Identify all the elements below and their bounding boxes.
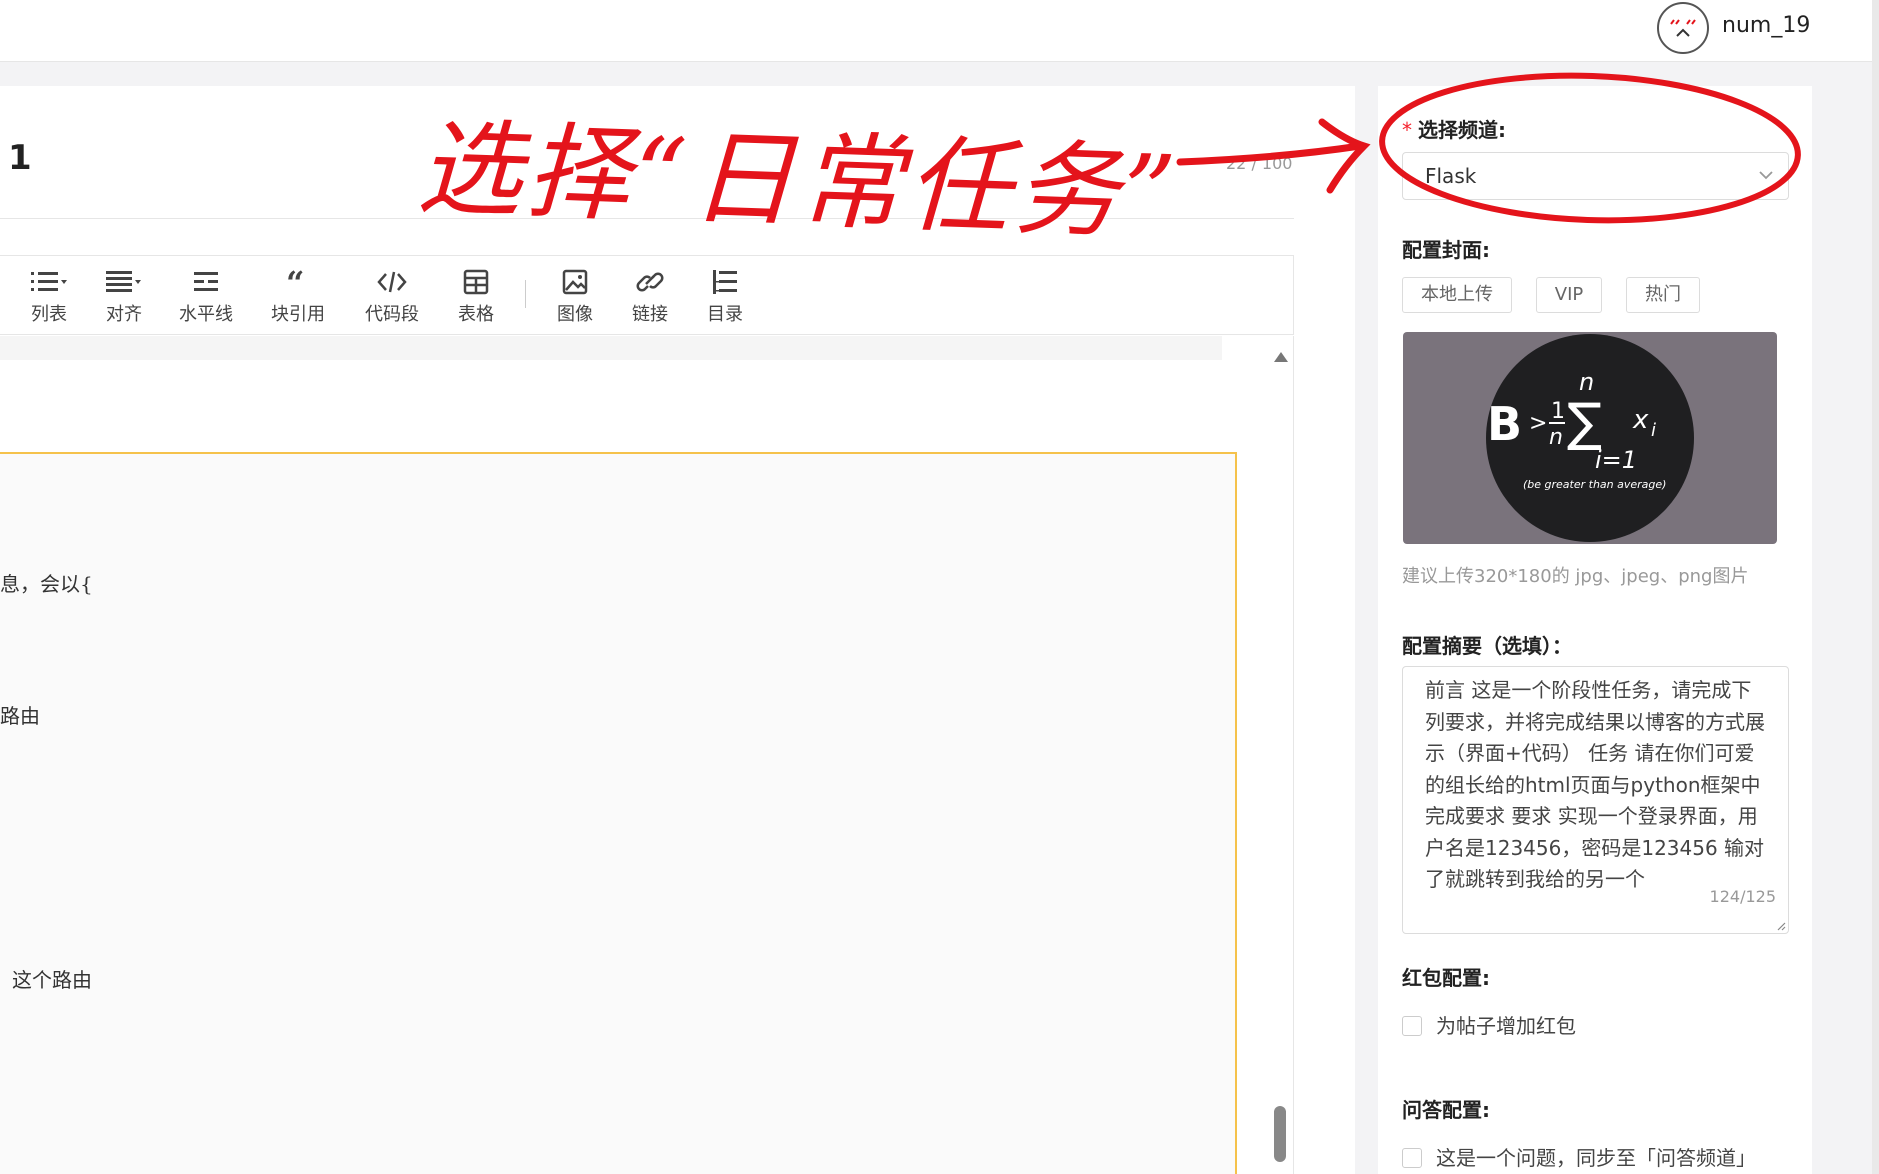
toolbar-quote-button[interactable]: “ 块引用 bbox=[258, 256, 338, 336]
formula-i: i bbox=[1651, 420, 1656, 441]
toolbar-label: 链接 bbox=[632, 304, 668, 325]
formula-n-top: n bbox=[1579, 368, 1594, 396]
avatar[interactable] bbox=[1657, 2, 1709, 54]
formula-gt: > bbox=[1529, 411, 1547, 436]
toolbar-table-button[interactable]: 表格 bbox=[436, 256, 516, 336]
table-icon bbox=[463, 269, 489, 295]
qa-option-label: 这是一个问题，同步至「问答频道」 bbox=[1436, 1146, 1756, 1170]
toolbar-link-button[interactable]: 链接 bbox=[610, 256, 690, 336]
toolbar-image-button[interactable]: 图像 bbox=[535, 256, 615, 336]
link-icon bbox=[636, 272, 664, 292]
quote-icon: “ bbox=[286, 268, 304, 296]
toolbar-label: 图像 bbox=[557, 304, 593, 325]
content-line: 路由 bbox=[0, 704, 40, 728]
toolbar-hr-button[interactable]: 水平线 bbox=[166, 256, 246, 336]
top-bar: num_19 bbox=[0, 0, 1876, 62]
toolbar-align-button[interactable]: 对齐 bbox=[84, 256, 164, 336]
redpacket-option[interactable]: 为帖子增加红包 bbox=[1402, 1010, 1576, 1039]
horizontal-rule-icon bbox=[194, 272, 218, 291]
article-title[interactable]: 1 bbox=[8, 138, 32, 178]
title-char-counter: 22 / 100 bbox=[1226, 154, 1293, 173]
page-scrollbar[interactable] bbox=[1872, 0, 1879, 1174]
formula-frac-den: n bbox=[1549, 425, 1563, 450]
toolbar-label: 对齐 bbox=[106, 304, 142, 325]
formula-sum: ∑ bbox=[1567, 393, 1602, 453]
align-icon bbox=[106, 271, 141, 292]
svg-text:“: “ bbox=[286, 268, 304, 296]
qa-label: 问答配置: bbox=[1402, 1098, 1490, 1122]
editor-toolbar: 列表 对齐 水平线 “ 块引用 代码段 表格 图像 链接 目录 bbox=[0, 255, 1294, 335]
redpacket-checkbox[interactable] bbox=[1402, 1016, 1422, 1036]
content-line: 这个路由 bbox=[12, 968, 92, 992]
summary-label: 配置摘要（选填）： bbox=[1402, 634, 1572, 658]
cover-upload-button[interactable]: 本地上传 bbox=[1402, 277, 1512, 313]
formula-bottom: i=1 bbox=[1595, 446, 1637, 474]
redpacket-option-label: 为帖子增加红包 bbox=[1436, 1014, 1576, 1038]
toolbar-label: 表格 bbox=[458, 304, 494, 325]
toolbar-toc-button[interactable]: 目录 bbox=[685, 256, 765, 336]
cover-hint: 建议上传320*180的 jpg、jpeg、png图片 bbox=[1402, 566, 1749, 587]
title-divider bbox=[0, 218, 1294, 219]
cover-formula-graphic: B > n 1 n ∑ x i i=1 (be greater than ave… bbox=[1486, 334, 1694, 542]
cover-label: 配置封面: bbox=[1402, 238, 1490, 262]
qa-checkbox[interactable] bbox=[1402, 1148, 1422, 1168]
channel-select-value: Flask bbox=[1425, 164, 1477, 188]
channel-select[interactable]: Flask bbox=[1402, 152, 1789, 200]
toolbar-label: 代码段 bbox=[365, 304, 419, 325]
required-mark: * bbox=[1402, 118, 1412, 142]
summary-textarea[interactable]: 前言 这是一个阶段性任务，请完成下列要求，并将完成结果以博客的方式展示（界面+代… bbox=[1402, 666, 1789, 934]
preview-highlight-box: 息，会以{ 路由 这个路由 bbox=[0, 452, 1237, 1174]
toolbar-label: 目录 bbox=[707, 304, 743, 325]
summary-char-counter: 124/125 bbox=[1709, 887, 1776, 906]
toolbar-label: 列表 bbox=[31, 304, 67, 325]
formula-b: B bbox=[1487, 397, 1522, 451]
scroll-up-arrow-icon[interactable] bbox=[1274, 352, 1288, 362]
image-icon bbox=[562, 269, 588, 295]
list-icon bbox=[31, 272, 67, 291]
toolbar-code-button[interactable]: 代码段 bbox=[352, 256, 432, 336]
avatar-face-icon bbox=[1670, 19, 1696, 37]
toolbar-separator bbox=[525, 280, 526, 308]
redpacket-label: 红包配置: bbox=[1402, 966, 1490, 990]
code-icon bbox=[377, 271, 407, 293]
cover-image[interactable]: B > n 1 n ∑ x i i=1 (be greater than ave… bbox=[1403, 332, 1777, 544]
toolbar-label: 块引用 bbox=[271, 304, 325, 325]
qa-option[interactable]: 这是一个问题，同步至「问答频道」 bbox=[1402, 1142, 1756, 1171]
summary-text: 前言 这是一个阶段性任务，请完成下列要求，并将完成结果以博客的方式展示（界面+代… bbox=[1425, 678, 1765, 891]
content-line: 息，会以{ bbox=[0, 572, 93, 596]
settings-sidebar: * 选择频道: Flask 配置封面: 本地上传 VIP 热门 B > n 1 n… bbox=[1378, 86, 1812, 1174]
toc-icon bbox=[713, 270, 737, 294]
chevron-down-icon bbox=[1759, 171, 1773, 180]
formula-x: x bbox=[1632, 405, 1649, 435]
editor-scrollbar-thumb[interactable] bbox=[1274, 1106, 1286, 1162]
toolbar-label: 水平线 bbox=[179, 304, 233, 325]
formula-frac-num: 1 bbox=[1551, 399, 1565, 424]
cover-hot-button[interactable]: 热门 bbox=[1626, 277, 1700, 313]
username[interactable]: num_19 bbox=[1722, 13, 1810, 38]
resize-handle-icon[interactable] bbox=[1774, 919, 1786, 931]
channel-label: * 选择频道: bbox=[1402, 118, 1506, 142]
toolbar-list-button[interactable]: 列表 bbox=[9, 256, 89, 336]
cover-vip-button[interactable]: VIP bbox=[1536, 277, 1602, 313]
editor-gray-strip bbox=[0, 336, 1222, 360]
formula-caption: (be greater than average) bbox=[1523, 478, 1666, 491]
